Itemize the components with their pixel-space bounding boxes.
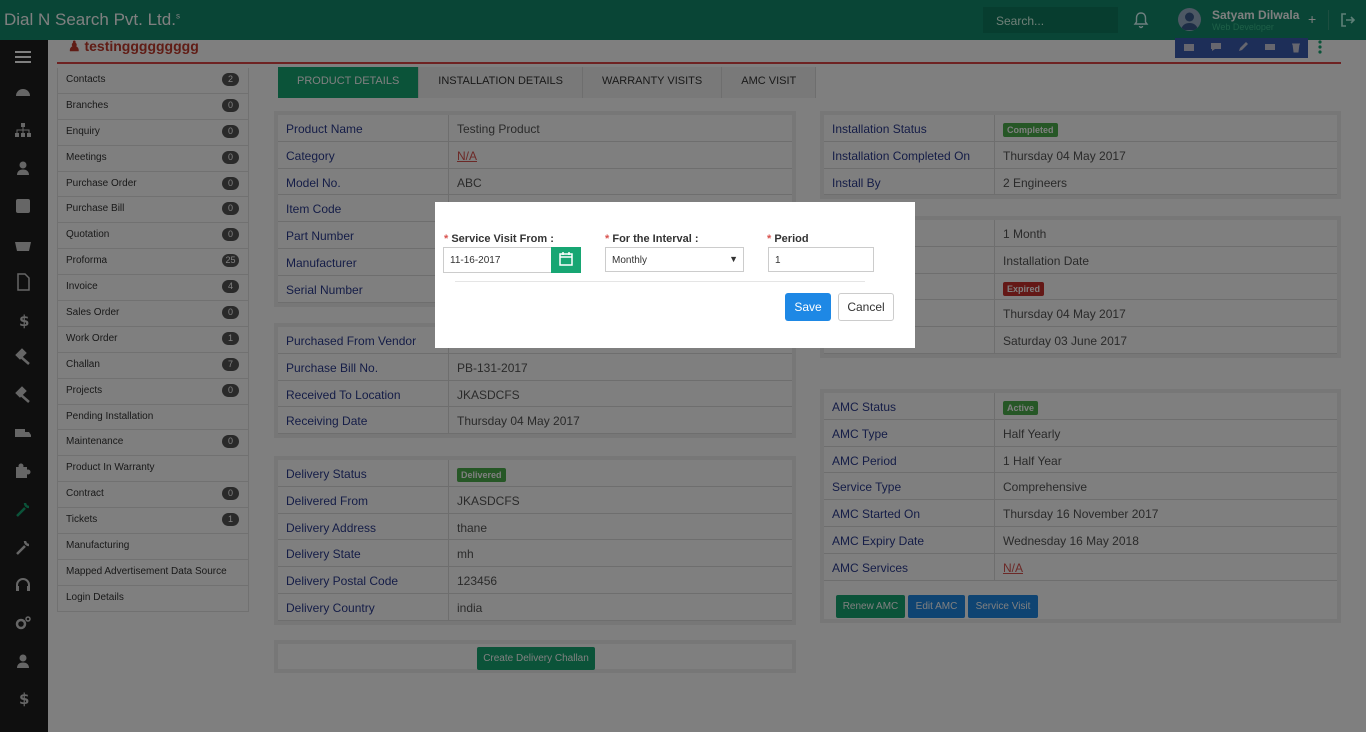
interval-select[interactable]: Monthly ▼ [605, 247, 744, 272]
service-visit-from-label: * Service Visit From : [444, 233, 554, 245]
cancel-button[interactable]: Cancel [838, 293, 894, 321]
interval-label-text: For the Interval : [612, 233, 699, 245]
modal-divider [455, 281, 865, 282]
service-visit-modal: * Service Visit From : 11-16-2017 * For … [435, 202, 915, 348]
save-button[interactable]: Save [785, 293, 831, 321]
period-input[interactable]: 1 [768, 247, 874, 272]
period-label: * Period [767, 233, 809, 245]
required-mark: * [444, 233, 449, 245]
chevron-down-icon: ▼ [729, 254, 738, 264]
calendar-icon [559, 252, 573, 266]
period-label-text: Period [774, 233, 809, 245]
service-visit-from-input[interactable]: 11-16-2017 [443, 247, 553, 273]
modal-backdrop[interactable] [0, 0, 1366, 732]
service-visit-from-label-text: Service Visit From : [451, 233, 554, 245]
interval-select-value: Monthly [612, 255, 648, 266]
required-mark: * [605, 233, 610, 245]
interval-label: * For the Interval : [605, 233, 699, 245]
calendar-button[interactable] [551, 247, 581, 273]
required-mark: * [767, 233, 772, 245]
